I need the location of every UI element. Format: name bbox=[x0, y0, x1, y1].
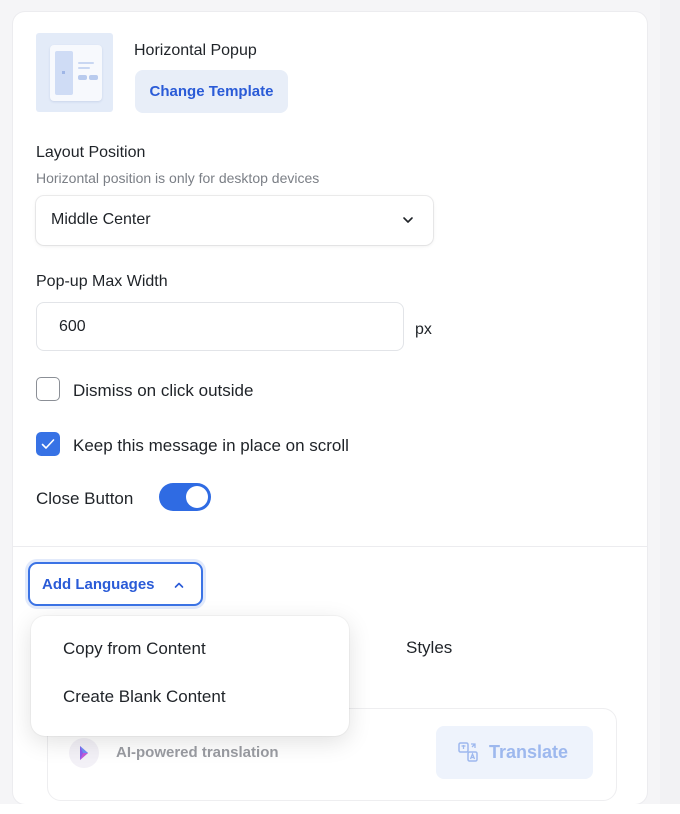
translate-button[interactable]: Translate bbox=[436, 726, 593, 779]
add-languages-button[interactable]: Add Languages bbox=[28, 562, 203, 606]
layout-position-value: Middle Center bbox=[51, 211, 151, 228]
max-width-label: Pop-up Max Width bbox=[36, 273, 168, 290]
preview-line bbox=[78, 62, 94, 64]
change-template-button[interactable]: Change Template bbox=[135, 70, 288, 113]
layout-position-select[interactable]: Middle Center bbox=[36, 196, 433, 245]
tab-styles[interactable]: Styles bbox=[406, 638, 452, 658]
template-name: Horizontal Popup bbox=[134, 42, 257, 59]
ai-sparkle-icon bbox=[69, 738, 99, 768]
template-thumbnail bbox=[36, 33, 113, 112]
preview-button bbox=[78, 75, 87, 80]
chevron-down-icon bbox=[403, 217, 413, 223]
translate-icon bbox=[458, 742, 478, 762]
checkmark-icon bbox=[41, 439, 55, 449]
side-gutter bbox=[660, 0, 680, 814]
section-divider bbox=[13, 546, 647, 547]
toggle-knob bbox=[186, 486, 208, 508]
dismiss-label: Dismiss on click outside bbox=[73, 381, 254, 400]
template-preview-image bbox=[55, 51, 73, 95]
keep-in-place-checkbox[interactable] bbox=[36, 432, 60, 456]
max-width-unit: px bbox=[415, 321, 432, 338]
bottom-edge bbox=[0, 804, 680, 814]
ai-translation-label: AI-powered translation bbox=[116, 744, 279, 761]
settings-panel: Horizontal Popup Change Template Layout … bbox=[13, 12, 647, 804]
translate-label: Translate bbox=[489, 742, 569, 762]
preview-button bbox=[89, 75, 98, 80]
max-width-value: 600 bbox=[59, 318, 86, 335]
max-width-input[interactable]: 600 bbox=[36, 302, 404, 351]
close-button-label: Close Button bbox=[36, 489, 134, 508]
close-button-toggle[interactable] bbox=[159, 483, 211, 511]
chevron-up-icon bbox=[174, 582, 184, 588]
dismiss-checkbox[interactable] bbox=[36, 377, 60, 401]
add-languages-menu: Copy from Content Create Blank Content bbox=[31, 616, 349, 736]
template-preview-card bbox=[50, 45, 102, 101]
layout-position-label: Layout Position bbox=[36, 144, 146, 161]
keep-in-place-label: Keep this message in place on scroll bbox=[73, 436, 349, 455]
preview-line bbox=[78, 67, 90, 69]
layout-position-hint: Horizontal position is only for desktop … bbox=[36, 170, 320, 186]
add-languages-label: Add Languages bbox=[42, 576, 155, 593]
menu-item-create-blank-content[interactable]: Create Blank Content bbox=[63, 687, 226, 707]
menu-item-copy-from-content[interactable]: Copy from Content bbox=[63, 639, 206, 659]
